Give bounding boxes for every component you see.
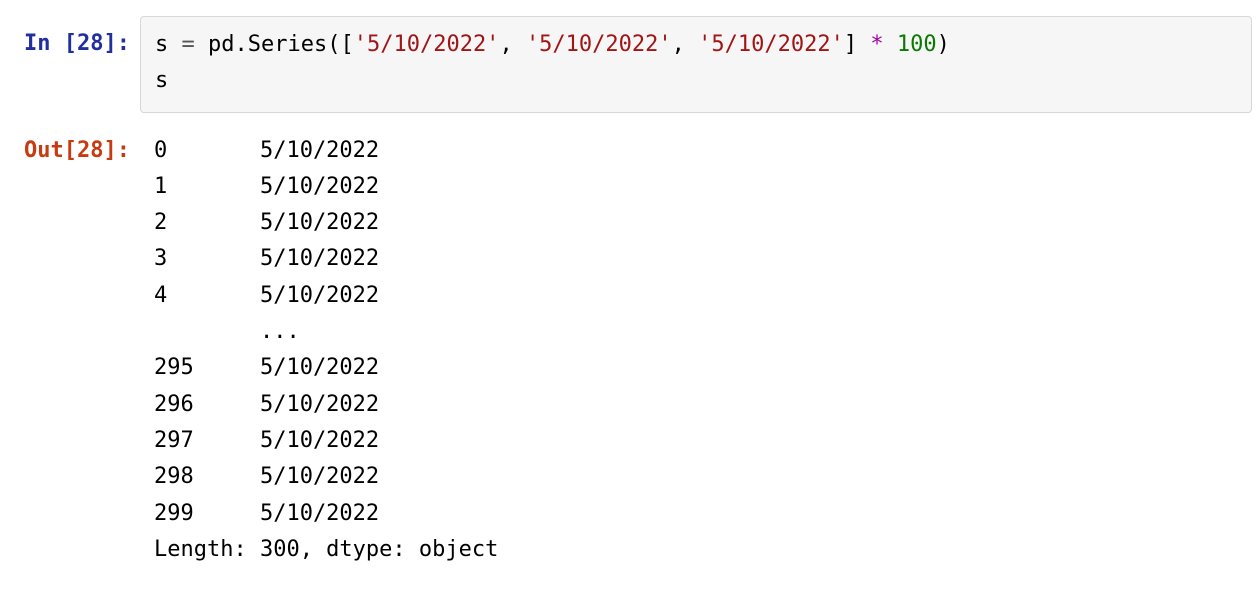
tok-space	[513, 32, 526, 57]
tok-num-100: 100	[897, 32, 937, 57]
tok-str-1: '5/10/2022'	[354, 32, 500, 57]
tok-pd: pd	[208, 32, 235, 57]
tok-eq: =	[182, 32, 195, 57]
tok-space	[857, 32, 870, 57]
tok-comma-2: ,	[672, 32, 685, 57]
tok-space	[195, 32, 208, 57]
tok-rparen: )	[937, 32, 950, 57]
input-cell: In [28]: s = pd.Series(['5/10/2022', '5/…	[0, 16, 1260, 113]
in-prompt: In [28]:	[0, 16, 140, 62]
tok-var-s2: s	[155, 68, 168, 93]
tok-space	[168, 32, 181, 57]
tok-dot: .	[235, 32, 248, 57]
tok-space	[884, 32, 897, 57]
tok-rbracket: ]	[844, 32, 857, 57]
series-output: 0 5/10/2022 1 5/10/2022 2 5/10/2022 3 5/…	[140, 131, 1260, 569]
tok-star: *	[870, 32, 883, 57]
tok-comma-1: ,	[499, 32, 512, 57]
tok-var-s: s	[155, 32, 168, 57]
code-input[interactable]: s = pd.Series(['5/10/2022', '5/10/2022',…	[140, 16, 1252, 113]
tok-series: Series	[248, 32, 327, 57]
tok-lparen: (	[327, 32, 340, 57]
output-cell: Out[28]: 0 5/10/2022 1 5/10/2022 2 5/10/…	[0, 131, 1260, 569]
code-line-1: s = pd.Series(['5/10/2022', '5/10/2022',…	[155, 27, 1237, 63]
tok-str-2: '5/10/2022'	[526, 32, 672, 57]
notebook: In [28]: s = pd.Series(['5/10/2022', '5/…	[0, 0, 1260, 568]
tok-str-3: '5/10/2022'	[698, 32, 844, 57]
out-prompt: Out[28]:	[0, 131, 140, 169]
tok-lbracket: [	[340, 32, 353, 57]
tok-space	[685, 32, 698, 57]
code-line-2: s	[155, 63, 1237, 99]
